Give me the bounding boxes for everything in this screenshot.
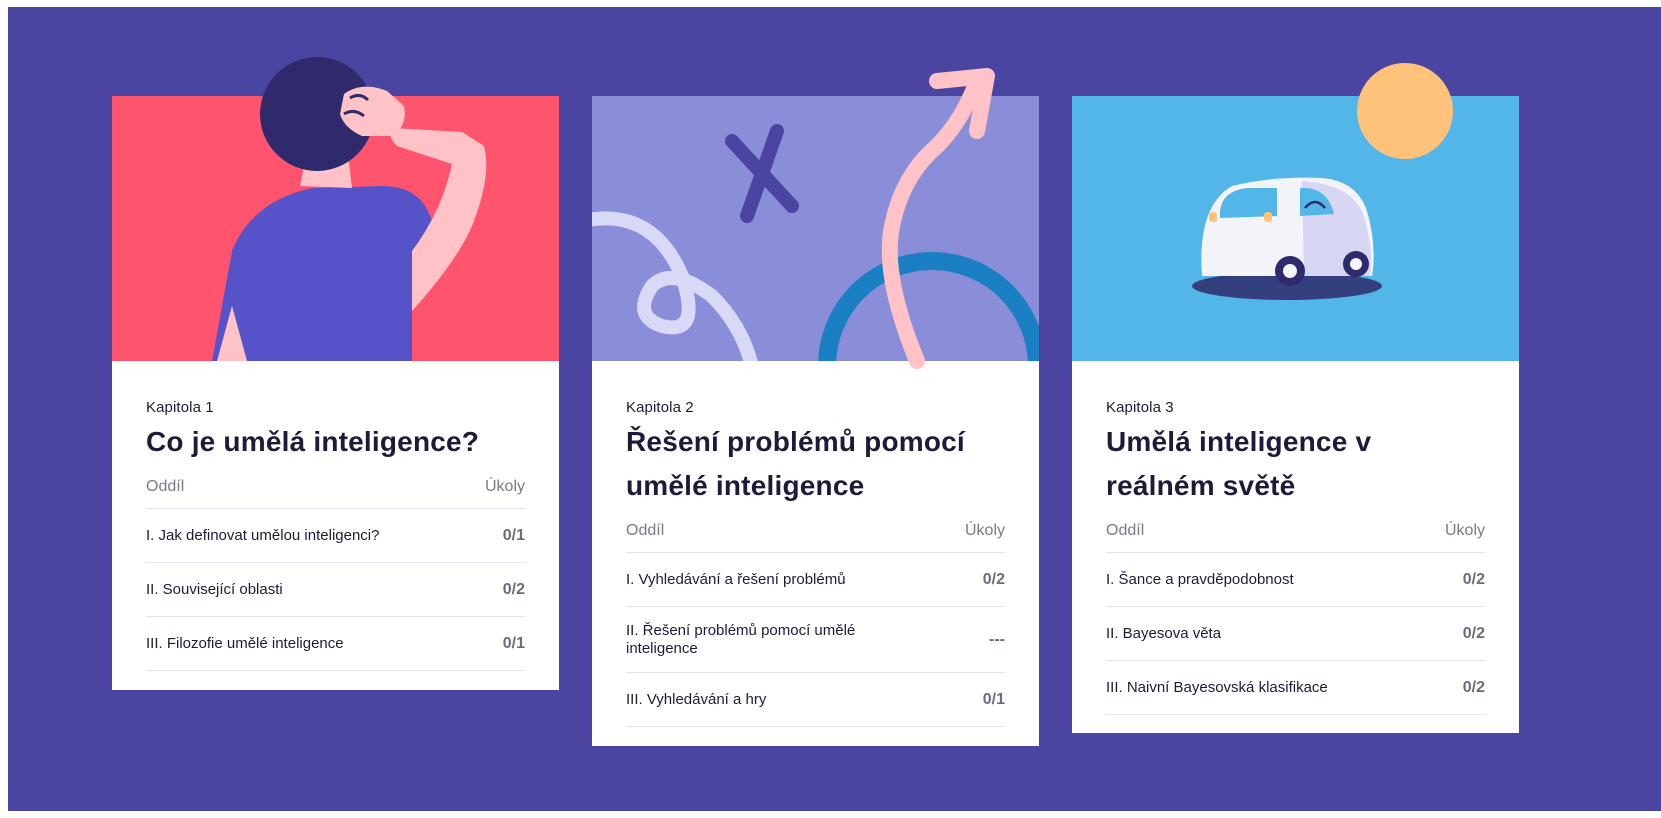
course-overview: Kapitola 1 Co je umělá inteligence? Oddí… bbox=[8, 7, 1661, 811]
section-row[interactable]: III. Vyhledávání a hry 0/1 bbox=[626, 673, 1005, 727]
tasks-column-header: Úkoly bbox=[484, 478, 525, 495]
section-label[interactable]: III. Vyhledávání a hry bbox=[626, 691, 766, 709]
section-table-header: Oddíl Úkoly bbox=[626, 522, 1005, 553]
section-row[interactable]: III. Filozofie umělé inteligence 0/1 bbox=[146, 617, 525, 671]
section-row[interactable]: III. Naivní Bayesovská klasifikace 0/2 bbox=[1106, 661, 1485, 715]
section-score: 0/1 bbox=[982, 690, 1005, 708]
chapter-title[interactable]: Řešení problémů pomocí umělé inteligence bbox=[626, 420, 1005, 508]
section-score: 0/2 bbox=[1462, 570, 1485, 588]
chapter-1-illustration bbox=[112, 57, 559, 361]
chapter-card-2[interactable]: Kapitola 2 Řešení problémů pomocí umělé … bbox=[592, 68, 1039, 746]
chapter-title[interactable]: Umělá inteligence v reálném světě bbox=[1106, 420, 1485, 508]
section-column-header: Oddíl bbox=[626, 522, 665, 539]
self-driving-car-icon bbox=[1072, 63, 1519, 361]
chapter-card-1[interactable]: Kapitola 1 Co je umělá inteligence? Oddí… bbox=[112, 57, 559, 690]
section-label[interactable]: III. Naivní Bayesovská klasifikace bbox=[1106, 679, 1328, 697]
chapter-kicker: Kapitola 2 bbox=[626, 399, 694, 416]
section-label[interactable]: I. Šance a pravděpodobnost bbox=[1106, 571, 1294, 589]
chapter-title[interactable]: Co je umělá inteligence? bbox=[146, 420, 525, 464]
section-score: 0/2 bbox=[982, 570, 1005, 588]
thinking-person-icon bbox=[112, 57, 559, 361]
problem-solving-icon bbox=[592, 68, 1039, 369]
chapter-card-3[interactable]: Kapitola 3 Umělá inteligence v reálném s… bbox=[1072, 63, 1519, 733]
section-label[interactable]: II. Související oblasti bbox=[146, 581, 283, 599]
section-column-header: Oddíl bbox=[146, 478, 185, 495]
section-score: 0/1 bbox=[502, 526, 525, 544]
tasks-column-header: Úkoly bbox=[1444, 522, 1485, 539]
section-table-header: Oddíl Úkoly bbox=[1106, 522, 1485, 553]
tasks-column-header: Úkoly bbox=[964, 522, 1005, 539]
section-label[interactable]: I. Vyhledávání a řešení problémů bbox=[626, 571, 846, 589]
section-column-header: Oddíl bbox=[1106, 522, 1145, 539]
section-row[interactable]: II. Řešení problémů pomocí umělé intelig… bbox=[626, 607, 1005, 673]
chapter-kicker: Kapitola 1 bbox=[146, 399, 214, 416]
section-table-header: Oddíl Úkoly bbox=[146, 478, 525, 509]
section-score: 0/2 bbox=[502, 580, 525, 598]
section-score: --- bbox=[989, 630, 1005, 648]
section-label[interactable]: I. Jak definovat umělou inteligenci? bbox=[146, 527, 379, 545]
chapter-3-illustration bbox=[1072, 63, 1519, 361]
section-score: 0/2 bbox=[1462, 624, 1485, 642]
section-label[interactable]: III. Filozofie umělé inteligence bbox=[146, 635, 344, 653]
chapter-kicker: Kapitola 3 bbox=[1106, 399, 1174, 416]
section-label[interactable]: II. Bayesova věta bbox=[1106, 625, 1221, 643]
chapter-2-illustration bbox=[592, 68, 1039, 369]
section-score: 0/1 bbox=[502, 634, 525, 652]
section-row[interactable]: I. Vyhledávání a řešení problémů 0/2 bbox=[626, 553, 1005, 607]
section-row[interactable]: I. Jak definovat umělou inteligenci? 0/1 bbox=[146, 509, 525, 563]
section-score: 0/2 bbox=[1462, 678, 1485, 696]
section-label[interactable]: II. Řešení problémů pomocí umělé intelig… bbox=[626, 622, 896, 658]
section-row[interactable]: II. Související oblasti 0/2 bbox=[146, 563, 525, 617]
section-row[interactable]: I. Šance a pravděpodobnost 0/2 bbox=[1106, 553, 1485, 607]
section-row[interactable]: II. Bayesova věta 0/2 bbox=[1106, 607, 1485, 661]
